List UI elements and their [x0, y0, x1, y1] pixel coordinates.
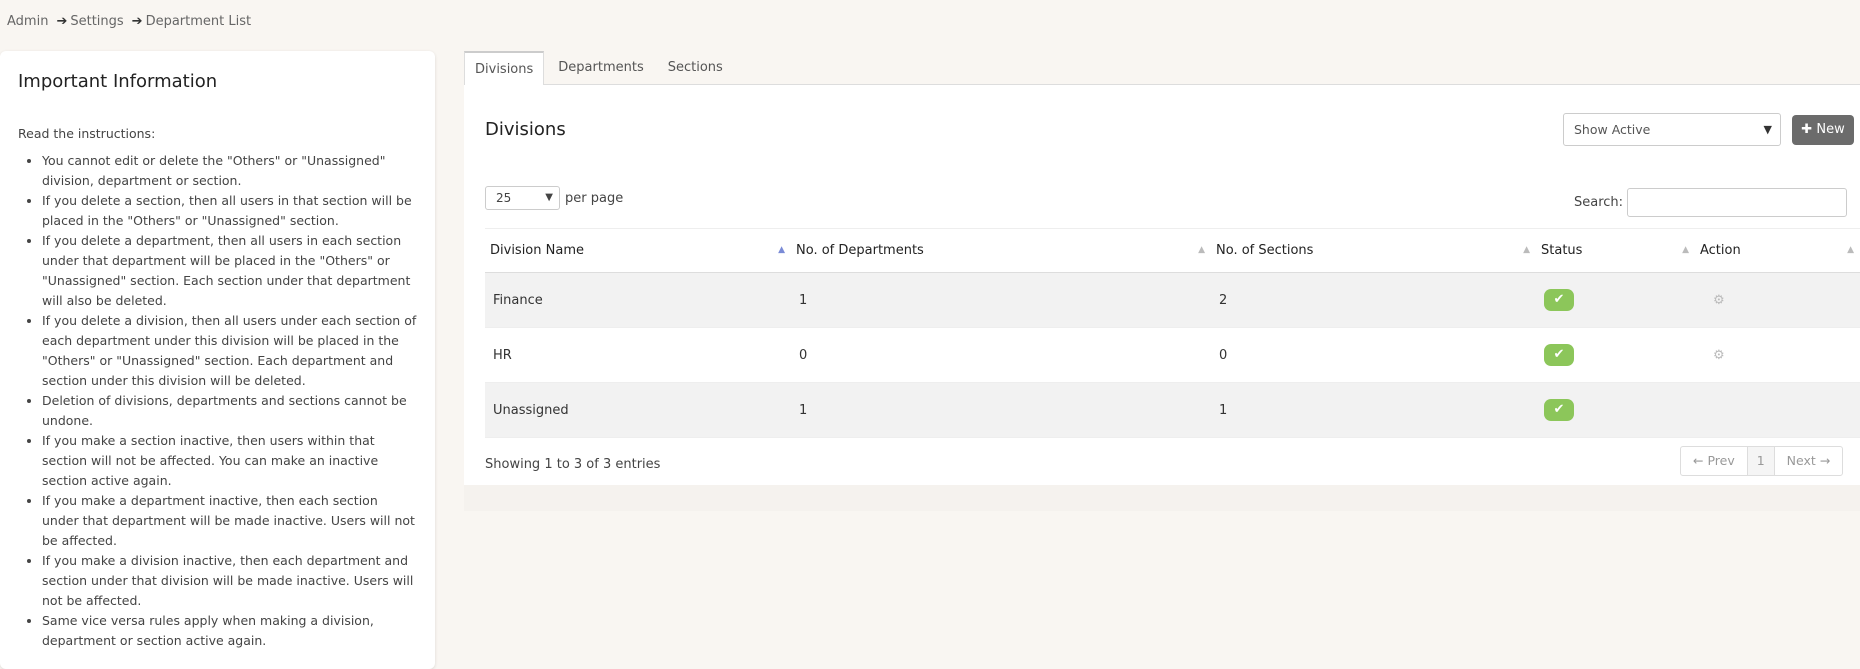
info-item: If you make a department inactive, then …: [42, 491, 417, 551]
per-page-control: 25 ▼ per page: [485, 186, 623, 210]
cell-division-name: Finance: [493, 292, 543, 308]
gear-icon[interactable]: ⚙: [1703, 348, 1725, 363]
info-item: You cannot edit or delete the "Others" o…: [42, 151, 417, 191]
header-division-name[interactable]: Division Name ▲: [485, 228, 791, 273]
info-item: If you delete a section, then all users …: [42, 191, 417, 231]
page-number-button[interactable]: 1: [1747, 447, 1775, 475]
per-page-label: per page: [565, 190, 624, 206]
header-label: No. of Departments: [796, 243, 924, 258]
cell-departments: 1: [799, 402, 808, 418]
card-title: Divisions: [485, 119, 566, 140]
header-label: Division Name: [490, 243, 584, 258]
tab-sections[interactable]: Sections: [658, 51, 733, 85]
plus-icon: ✚: [1801, 122, 1813, 137]
tab-divisions[interactable]: Divisions: [464, 51, 545, 86]
info-title: Important Information: [18, 71, 218, 92]
per-page-value: 25: [496, 191, 512, 205]
divisions-card: Divisions Show Active ▼ ✚ New 25 ▼ per p…: [464, 85, 1860, 485]
breadcrumb: Admin ➔ Settings ➔ Department List: [7, 14, 251, 29]
tab-departments[interactable]: Departments: [548, 51, 653, 85]
showing-entries: Showing 1 to 3 of 3 entries: [485, 457, 661, 472]
info-item: If you delete a division, then all users…: [42, 311, 417, 391]
info-item: If you make a division inactive, then ea…: [42, 551, 417, 611]
header-label: Action: [1700, 243, 1741, 258]
info-item: Deletion of divisions, departments and s…: [42, 391, 417, 431]
active-check-icon[interactable]: ✔: [1544, 399, 1574, 421]
info-item: If you make a section inactive, then use…: [42, 431, 417, 491]
search-input[interactable]: [1627, 188, 1848, 217]
new-button-label: New: [1816, 122, 1845, 137]
search-label: Search:: [1574, 195, 1624, 210]
info-intro: Read the instructions:: [18, 126, 156, 141]
new-division-button[interactable]: ✚ New: [1792, 115, 1854, 145]
cell-division-name: HR: [493, 347, 512, 363]
info-item: If you delete a department, then all use…: [42, 231, 417, 311]
cell-status: ✔: [1536, 399, 1695, 421]
sort-icon: ▲: [1847, 245, 1854, 255]
status-filter-value: Show Active: [1574, 122, 1651, 137]
cell-sections: 0: [1219, 347, 1228, 363]
header-no-of-departments[interactable]: No. of Departments ▲: [791, 228, 1211, 273]
chevron-down-icon: ▼: [1763, 123, 1772, 136]
cell-departments: 0: [799, 347, 808, 363]
sort-asc-icon: ▲: [778, 245, 785, 255]
breadcrumb-department-list: Department List: [145, 14, 252, 29]
sort-icon: ▲: [1198, 245, 1205, 255]
status-filter-select[interactable]: Show Active ▼: [1563, 113, 1781, 146]
divisions-table: Division Name ▲ No. of Departments ▲ No.…: [485, 228, 1860, 438]
gear-icon[interactable]: ⚙: [1703, 293, 1725, 308]
header-status[interactable]: Status ▲: [1536, 228, 1695, 273]
cell-sections: 2: [1219, 292, 1228, 308]
sort-icon: ▲: [1682, 245, 1689, 255]
arrow-right-icon: ➔: [56, 14, 68, 29]
chevron-down-icon: ▼: [545, 192, 553, 203]
table-row: Unassigned 1 1 ✔: [485, 383, 1860, 438]
prev-page-button[interactable]: ← Prev: [1681, 447, 1748, 475]
cell-sections: 1: [1219, 402, 1228, 418]
breadcrumb-settings[interactable]: Settings: [70, 14, 123, 29]
breadcrumb-admin[interactable]: Admin: [7, 14, 48, 29]
sort-icon: ▲: [1523, 245, 1530, 255]
cell-status: ✔: [1536, 289, 1695, 311]
cell-division-name: Unassigned: [493, 402, 569, 418]
per-page-select[interactable]: 25 ▼: [485, 186, 560, 210]
table-header: Division Name ▲ No. of Departments ▲ No.…: [485, 228, 1860, 273]
arrow-right-icon: ➔: [131, 14, 143, 29]
next-page-button[interactable]: Next →: [1775, 447, 1843, 475]
active-check-icon[interactable]: ✔: [1544, 344, 1574, 366]
cell-action: ⚙: [1695, 293, 1860, 308]
header-action[interactable]: Action ▲: [1695, 228, 1860, 273]
cell-action: ⚙: [1695, 348, 1860, 363]
important-information-panel: Important Information Read the instructi…: [0, 51, 435, 669]
header-no-of-sections[interactable]: No. of Sections ▲: [1211, 228, 1536, 273]
info-list: You cannot edit or delete the "Others" o…: [18, 151, 417, 651]
active-check-icon[interactable]: ✔: [1544, 289, 1574, 311]
tab-bar: Divisions Departments Sections: [464, 51, 1860, 86]
header-label: Status: [1541, 243, 1583, 258]
table-row: HR 0 0 ✔ ⚙: [485, 328, 1860, 383]
cell-departments: 1: [799, 292, 808, 308]
header-label: No. of Sections: [1216, 243, 1314, 258]
info-item: Same vice versa rules apply when making …: [42, 611, 417, 651]
pagination: ← Prev 1 Next →: [1680, 446, 1844, 476]
table-row: Finance 1 2 ✔ ⚙: [485, 273, 1860, 328]
cell-status: ✔: [1536, 344, 1695, 366]
card-footer-strip: [464, 485, 1860, 511]
search-control: Search:: [1574, 188, 1848, 217]
